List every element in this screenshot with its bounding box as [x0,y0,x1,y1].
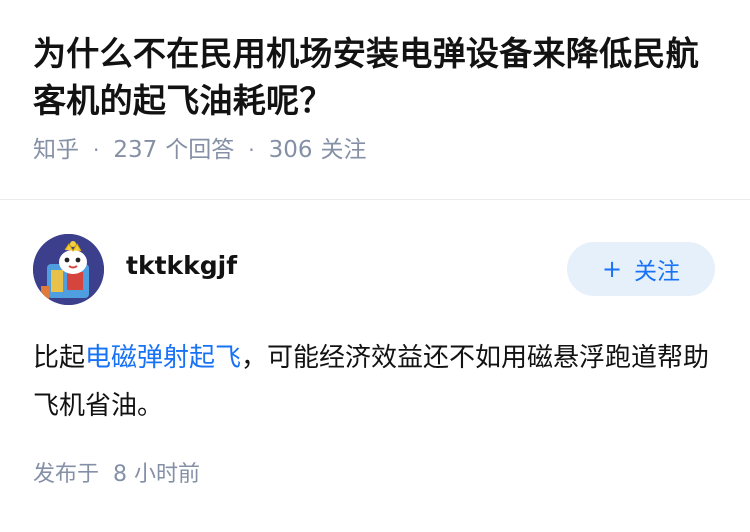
follow-button-label: 关注 [634,259,681,285]
answer-text-prefix: 比起 [33,343,86,373]
answer-content: 比起电磁弹射起飞，可能经济效益还不如用磁悬浮跑道帮助飞机省油。 [33,334,717,430]
answer-link-electromagnetic-launch[interactable]: 电磁弹射起飞 [85,343,241,373]
follow-count: 306 [268,137,313,163]
follow-count-label: 关注 [320,137,367,163]
separator-dot: · [93,138,100,162]
answer-timestamp: 发布于 8 小时前 [33,456,717,488]
author-row: tktkkgjf + 关注 [33,233,717,306]
answer-card: tktkkgjf + 关注 比起电磁弹射起飞，可能经济效益还不如用磁悬浮跑道帮助… [33,233,717,488]
avatar-illustration-icon [33,234,104,305]
published-label: 发布于 [33,462,100,487]
plus-icon: + [601,255,623,283]
author-name[interactable]: tktkkgjf [126,251,237,280]
follow-button[interactable]: + 关注 [567,242,715,296]
answer-count-label[interactable]: 个回答 [165,134,234,166]
source-label[interactable]: 知乎 [33,134,79,166]
question-meta: 知乎 · 237 个回答 · 306 关注 [33,134,723,166]
answer-count: 237 [113,137,158,163]
avatar[interactable] [33,234,104,305]
question-title[interactable]: 为什么不在民用机场安装电弹设备来降低民航客机的起飞油耗呢？ [33,30,723,124]
separator-dot: · [248,138,255,162]
section-divider [0,199,750,200]
published-time: 8 小时前 [113,462,201,487]
question-header: 为什么不在民用机场安装电弹设备来降低民航客机的起飞油耗呢？ 知乎 · 237 个… [33,30,723,166]
